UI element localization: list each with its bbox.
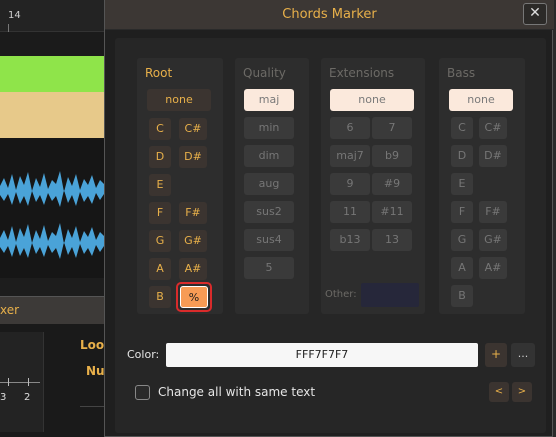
dialog-titlebar[interactable]: Chords Marker ✕	[105, 0, 554, 30]
marker-panel-header: xer	[0, 296, 104, 324]
change-all-label[interactable]: Change all with same text	[158, 385, 315, 399]
extension-button[interactable]: 11	[330, 201, 370, 223]
extension-button[interactable]: 9	[330, 173, 370, 195]
root-none-button[interactable]: none	[147, 89, 211, 111]
bass-title: Bass	[447, 66, 476, 80]
root-note-button[interactable]: G	[149, 230, 171, 252]
lower-panel: 3 2 Loo Nu	[0, 324, 105, 437]
root-note-button[interactable]: F#	[179, 202, 207, 224]
color-picker-button[interactable]: ...	[511, 343, 535, 367]
root-column: Root none C C# D D# E F F# G G# A A# B %	[137, 58, 223, 314]
audio-waveform-track[interactable]	[0, 138, 104, 278]
bass-note-button[interactable]: C	[451, 117, 473, 139]
bass-note-button[interactable]: G#	[479, 229, 507, 251]
bass-none-button[interactable]: none	[449, 89, 513, 111]
waveform-graphic	[0, 171, 104, 259]
bass-note-button[interactable]: G	[451, 229, 473, 251]
other-extension-label: Other:	[325, 289, 357, 300]
other-extension-input[interactable]	[361, 283, 419, 307]
add-color-button[interactable]: +	[485, 343, 507, 367]
timeline-region-green[interactable]	[0, 56, 104, 92]
bass-note-button[interactable]: A#	[479, 257, 507, 279]
root-note-button[interactable]: G#	[179, 230, 207, 252]
quality-button[interactable]: sus2	[244, 201, 294, 223]
extension-button[interactable]: 6	[330, 117, 370, 139]
extension-button[interactable]: maj7	[330, 145, 370, 167]
root-note-button[interactable]: E	[149, 174, 171, 196]
root-note-button[interactable]: B	[149, 286, 171, 308]
root-note-button[interactable]: C#	[179, 118, 207, 140]
slider-tick	[28, 378, 29, 386]
bass-note-button[interactable]: E	[451, 173, 473, 195]
slider-value-left: 3	[0, 392, 7, 403]
extension-button[interactable]: #11	[372, 201, 412, 223]
divider	[80, 406, 104, 407]
root-title: Root	[145, 66, 173, 80]
quality-button[interactable]: 5	[244, 257, 294, 279]
close-button[interactable]: ✕	[523, 3, 547, 25]
slider-track[interactable]	[0, 382, 40, 383]
chord-marker-lane: ⁒	[0, 92, 104, 222]
track-separator	[0, 278, 104, 296]
color-label: Color:	[127, 348, 160, 361]
extensions-title: Extensions	[329, 66, 395, 80]
bass-note-button[interactable]: D	[451, 145, 473, 167]
quality-button-maj[interactable]: maj	[244, 89, 294, 111]
bass-column: Bass none C C# D D# E F F# G G# A A# B	[439, 58, 525, 314]
next-button[interactable]: >	[512, 382, 532, 402]
color-value-field[interactable]: FFF7F7F7	[166, 343, 478, 367]
number-heading: Nu	[86, 364, 105, 378]
quality-button[interactable]: min	[244, 117, 294, 139]
bass-note-button[interactable]: F#	[479, 201, 507, 223]
root-note-button[interactable]: A	[149, 258, 171, 280]
root-note-button[interactable]: F	[149, 202, 171, 224]
ruler-bar-number: 14	[8, 10, 21, 21]
root-note-button[interactable]: C	[149, 118, 171, 140]
extension-button[interactable]: 13	[372, 229, 412, 251]
timeline-ruler: 14	[0, 0, 104, 32]
change-all-checkbox[interactable]	[135, 385, 150, 400]
root-percent-button[interactable]: %	[180, 286, 208, 308]
extensions-column: Extensions none 6 7 maj7 b9 9 #9 11 #11 …	[321, 58, 425, 314]
marker-panel-title: xer	[0, 303, 20, 317]
close-icon: ✕	[529, 5, 541, 21]
root-note-button[interactable]: A#	[179, 258, 207, 280]
extension-button[interactable]: b13	[330, 229, 370, 251]
bass-note-button[interactable]: A	[451, 257, 473, 279]
ruler-tick	[8, 24, 9, 32]
dialog-content: Root none C C# D D# E F F# G G# A A# B %…	[115, 38, 546, 433]
slider-value-right: 2	[24, 392, 31, 403]
slider-tick	[8, 378, 9, 386]
quality-button[interactable]: dim	[244, 145, 294, 167]
quality-title: Quality	[243, 66, 286, 80]
quality-column: Quality maj min dim aug sus2 sus4 5	[235, 58, 309, 314]
extension-button[interactable]: 7	[372, 117, 412, 139]
extensions-none-button[interactable]: none	[330, 89, 414, 111]
root-note-button[interactable]: D#	[179, 146, 207, 168]
quality-button[interactable]: aug	[244, 173, 294, 195]
extension-button[interactable]: b9	[372, 145, 412, 167]
dialog-title: Chords Marker	[282, 7, 377, 22]
bass-note-button[interactable]: F	[451, 201, 473, 223]
bass-note-button[interactable]: D#	[479, 145, 507, 167]
quality-button[interactable]: sus4	[244, 229, 294, 251]
root-note-button[interactable]: D	[149, 146, 171, 168]
chords-marker-dialog: Chords Marker ✕ Root none C C# D D# E F …	[104, 0, 554, 437]
extension-button[interactable]: #9	[372, 173, 412, 195]
loop-heading: Loo	[80, 338, 105, 352]
bass-note-button[interactable]: C#	[479, 117, 507, 139]
previous-button[interactable]: <	[489, 382, 509, 402]
bass-note-button[interactable]: B	[451, 285, 473, 307]
